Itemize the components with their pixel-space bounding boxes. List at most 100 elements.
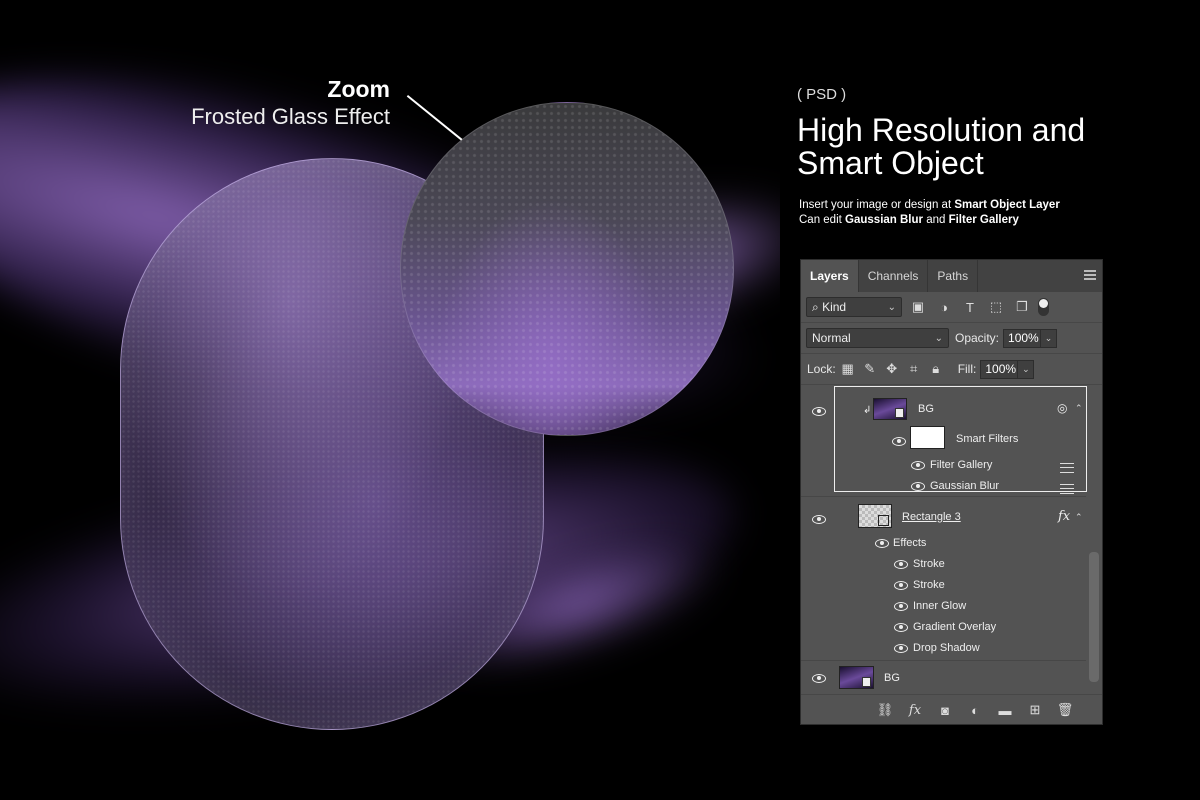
blend-row: Normal ⌄ Opacity: 100% ⌄ — [801, 323, 1102, 354]
lock-label: Lock: — [807, 362, 836, 376]
blend-mode-label: Normal — [812, 331, 851, 345]
pixel-filter-icon[interactable]: ▣ — [908, 297, 928, 317]
adjustment-filter-icon[interactable]: ◑ — [934, 297, 954, 317]
fx-icon[interactable]: fx — [906, 701, 924, 719]
layers-panel: Layers Channels Paths ⌕ Kind ⌄ ▣ ◑ T ⬚ ❐… — [800, 259, 1103, 725]
rectangle-thumbnail[interactable] — [858, 504, 892, 528]
eye-icon[interactable] — [911, 461, 925, 470]
blend-mode-select[interactable]: Normal ⌄ — [806, 328, 949, 348]
fill-dropdown-icon[interactable]: ⌄ — [1018, 359, 1035, 379]
filter-row: ⌕ Kind ⌄ ▣ ◑ T ⬚ ❐ — [801, 292, 1102, 323]
effects-label[interactable]: Effects — [893, 537, 926, 549]
new-layer-icon[interactable]: ⊞ — [1026, 701, 1044, 719]
shape-badge-icon — [878, 515, 889, 526]
effect-stroke-1[interactable]: Stroke — [913, 558, 945, 570]
lock-position-icon[interactable]: ✥ — [882, 359, 902, 379]
tab-layers[interactable]: Layers — [801, 260, 859, 292]
opacity-input[interactable]: 100% — [1003, 328, 1042, 348]
eye-icon[interactable] — [812, 674, 826, 683]
smart-filters-label[interactable]: Smart Filters — [956, 433, 1018, 445]
smart-object-badge-icon — [895, 408, 904, 418]
eye-icon[interactable] — [892, 437, 906, 446]
filter-toggle[interactable] — [1038, 298, 1049, 316]
zoom-magnifier-circle — [400, 102, 734, 436]
filter-gallery-label[interactable]: Filter Gallery — [930, 459, 992, 471]
smart-filter-mask-thumbnail[interactable] — [910, 426, 945, 449]
description: Insert your image or design at Smart Obj… — [799, 198, 1060, 228]
layers-scrollbar[interactable] — [1089, 552, 1099, 682]
panel-bottom-bar: ⛓ fx ◙ ◐ ▬ ⊞ 🗑︎ — [801, 694, 1102, 724]
desc-text: Can edit — [799, 214, 846, 226]
chevron-up-icon[interactable]: ⌃ — [1075, 403, 1083, 414]
type-filter-icon[interactable]: T — [960, 297, 980, 317]
kind-filter-select[interactable]: ⌕ Kind ⌄ — [806, 297, 902, 317]
chevron-up-icon[interactable]: ⌃ — [1075, 512, 1083, 523]
lock-image-icon[interactable]: ✎ — [860, 359, 880, 379]
layer-name-bg-smart[interactable]: BG — [918, 403, 934, 415]
chevron-down-icon: ⌄ — [887, 302, 896, 313]
layers-list: ↲ BG ◎ ⌃ Smart Filters Filter Gallery Ga… — [801, 386, 1102, 696]
lock-transparent-icon[interactable]: ▦ — [838, 359, 858, 379]
chevron-down-icon: ⌄ — [934, 333, 943, 344]
lock-row: Lock: ▦ ✎ ✥ ⌗ 🔒︎ Fill: 100% ⌄ — [801, 354, 1102, 385]
desc-bold: Smart Object Layer — [954, 199, 1060, 211]
headline-line-2: Smart Object — [797, 145, 984, 181]
desc-bold: Filter Gallery — [948, 214, 1019, 226]
desc-bold: Gaussian Blur — [845, 214, 923, 226]
desc-text: Insert your image or design at — [799, 199, 955, 211]
smart-object-filter-icon[interactable]: ❐ — [1012, 297, 1032, 317]
panel-tabs: Layers Channels Paths — [801, 260, 1102, 292]
opacity-label: Opacity: — [955, 331, 1000, 345]
folder-icon[interactable]: ▬ — [996, 701, 1014, 719]
effect-gradient-overlay[interactable]: Gradient Overlay — [913, 621, 996, 633]
clip-arrow-icon: ↲ — [863, 405, 872, 416]
layer-name-bg[interactable]: BG — [884, 672, 900, 684]
desc-text: and — [923, 214, 949, 226]
zoom-subtitle: Frosted Glass Effect — [191, 104, 390, 129]
opacity-dropdown-icon[interactable]: ⌄ — [1041, 328, 1058, 348]
layer-separator — [801, 660, 1086, 661]
mask-icon[interactable]: ◙ — [936, 701, 954, 719]
trash-icon[interactable]: 🗑︎ — [1056, 701, 1074, 719]
smart-object-badge-icon — [862, 677, 871, 687]
filter-options-icon[interactable] — [1060, 463, 1074, 473]
lock-artboard-icon[interactable]: ⌗ — [904, 359, 924, 379]
eye-icon[interactable] — [894, 644, 908, 653]
layer-separator — [801, 496, 1086, 497]
eye-icon[interactable] — [911, 482, 925, 491]
adjustment-icon[interactable]: ◐ — [966, 701, 984, 719]
effect-drop-shadow[interactable]: Drop Shadow — [913, 642, 980, 654]
layer-name-rectangle[interactable]: Rectangle 3 — [902, 511, 961, 523]
search-icon: ⌕ — [812, 300, 819, 314]
zoom-title: Zoom — [327, 76, 390, 102]
fx-icon[interactable]: fx — [1058, 509, 1070, 524]
fill-input[interactable]: 100% — [980, 359, 1019, 379]
headline: High Resolution and Smart Object — [797, 114, 1177, 180]
zoom-texture — [401, 103, 733, 435]
gaussian-blur-label[interactable]: Gaussian Blur — [930, 480, 999, 492]
headline-line-1: High Resolution and — [797, 112, 1086, 148]
description-line-1: Insert your image or design at Smart Obj… — [799, 198, 1060, 213]
lock-all-icon[interactable]: 🔒︎ — [926, 359, 946, 379]
fill-label: Fill: — [957, 362, 977, 376]
kind-filter-label: Kind — [822, 300, 847, 314]
filter-options-icon[interactable] — [1060, 484, 1074, 494]
panel-menu-icon[interactable] — [1084, 270, 1096, 280]
smart-object-link-icon: ◎ — [1057, 401, 1068, 415]
eye-icon[interactable] — [894, 602, 908, 611]
shape-filter-icon[interactable]: ⬚ — [986, 297, 1006, 317]
eye-icon[interactable] — [894, 581, 908, 590]
eye-icon[interactable] — [875, 539, 889, 548]
tab-paths[interactable]: Paths — [928, 260, 979, 292]
tab-channels[interactable]: Channels — [859, 260, 929, 292]
eye-icon[interactable] — [894, 560, 908, 569]
effect-inner-glow[interactable]: Inner Glow — [913, 600, 966, 612]
link-icon[interactable]: ⛓ — [876, 701, 894, 719]
bg-thumbnail[interactable] — [839, 666, 874, 689]
bg-smart-thumbnail[interactable] — [873, 398, 907, 420]
effect-stroke-2[interactable]: Stroke — [913, 579, 945, 591]
description-line-2: Can edit Gaussian Blur and Filter Galler… — [799, 213, 1060, 228]
eye-icon[interactable] — [812, 407, 826, 416]
eye-icon[interactable] — [812, 515, 826, 524]
eye-icon[interactable] — [894, 623, 908, 632]
